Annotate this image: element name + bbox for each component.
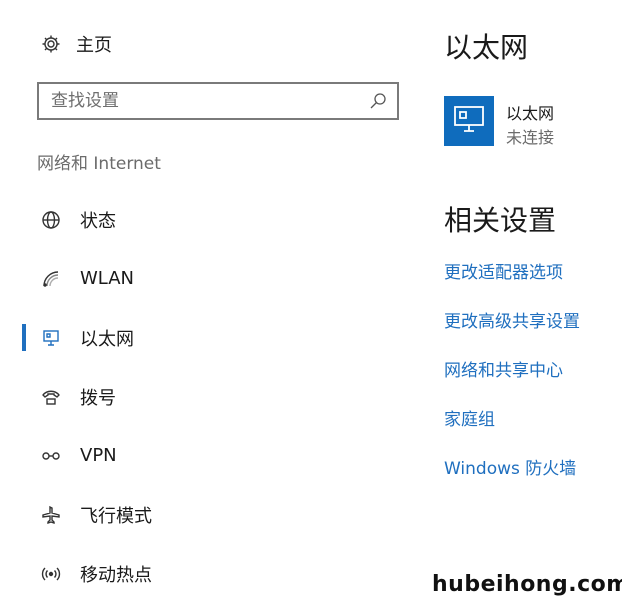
- gear-icon: [40, 33, 62, 55]
- wifi-icon: [40, 268, 62, 290]
- active-indicator: [22, 324, 26, 351]
- related-settings-title: 相关设置: [444, 204, 557, 237]
- sidebar-item-ethernet[interactable]: 以太网: [0, 308, 400, 367]
- sidebar-item-mobile-hotspot[interactable]: 移动热点: [0, 544, 400, 603]
- link-network-sharing-center[interactable]: 网络和共享中心: [444, 356, 563, 381]
- sidebar-item-label: VPN: [80, 445, 117, 466]
- search-icon[interactable]: [369, 92, 387, 110]
- sidebar-item-status[interactable]: 状态: [0, 190, 400, 249]
- search-input[interactable]: [39, 84, 359, 118]
- ethernet-adapter-name[interactable]: 以太网: [506, 100, 554, 124]
- sidebar-item-label: 拨号: [80, 387, 116, 409]
- globe-icon: [40, 209, 62, 231]
- ethernet-adapter-status: 未连接: [506, 128, 555, 147]
- sidebar-item-label: 状态: [80, 210, 116, 232]
- link-change-adapter-options[interactable]: 更改适配器选项: [444, 258, 563, 283]
- sidebar-nav: 状态 WLAN 以太网 拨号 VPN 飞行模式 移动热点: [0, 190, 400, 603]
- ethernet-adapter-tile[interactable]: [444, 96, 494, 146]
- page-title: 以太网: [444, 31, 529, 64]
- sidebar-item-wlan[interactable]: WLAN: [0, 249, 400, 308]
- link-windows-firewall[interactable]: Windows 防火墙: [444, 454, 576, 479]
- sidebar-item-label: 飞行模式: [80, 505, 152, 527]
- home-nav-item[interactable]: 主页: [40, 30, 112, 58]
- sidebar-item-label: 以太网: [80, 328, 134, 350]
- dialup-icon: [40, 386, 62, 408]
- link-change-advanced-sharing[interactable]: 更改高级共享设置: [444, 307, 580, 332]
- sidebar-item-dialup[interactable]: 拨号: [0, 367, 400, 426]
- sidebar-item-vpn[interactable]: VPN: [0, 426, 400, 485]
- hotspot-icon: [40, 563, 62, 585]
- ethernet-icon: [40, 327, 62, 349]
- sidebar-item-airplane-mode[interactable]: 飞行模式: [0, 485, 400, 544]
- sidebar-item-label: 移动热点: [80, 564, 152, 586]
- sidebar-item-label: WLAN: [80, 268, 135, 289]
- airplane-icon: [40, 504, 62, 526]
- section-title: 网络和 Internet: [37, 154, 161, 174]
- watermark: hubeihong.com: [432, 572, 622, 597]
- ethernet-monitor-icon: [452, 104, 486, 138]
- link-homegroup[interactable]: 家庭组: [444, 405, 495, 430]
- home-label: 主页: [76, 35, 112, 56]
- vpn-icon: [40, 445, 62, 467]
- search-box: [37, 82, 399, 120]
